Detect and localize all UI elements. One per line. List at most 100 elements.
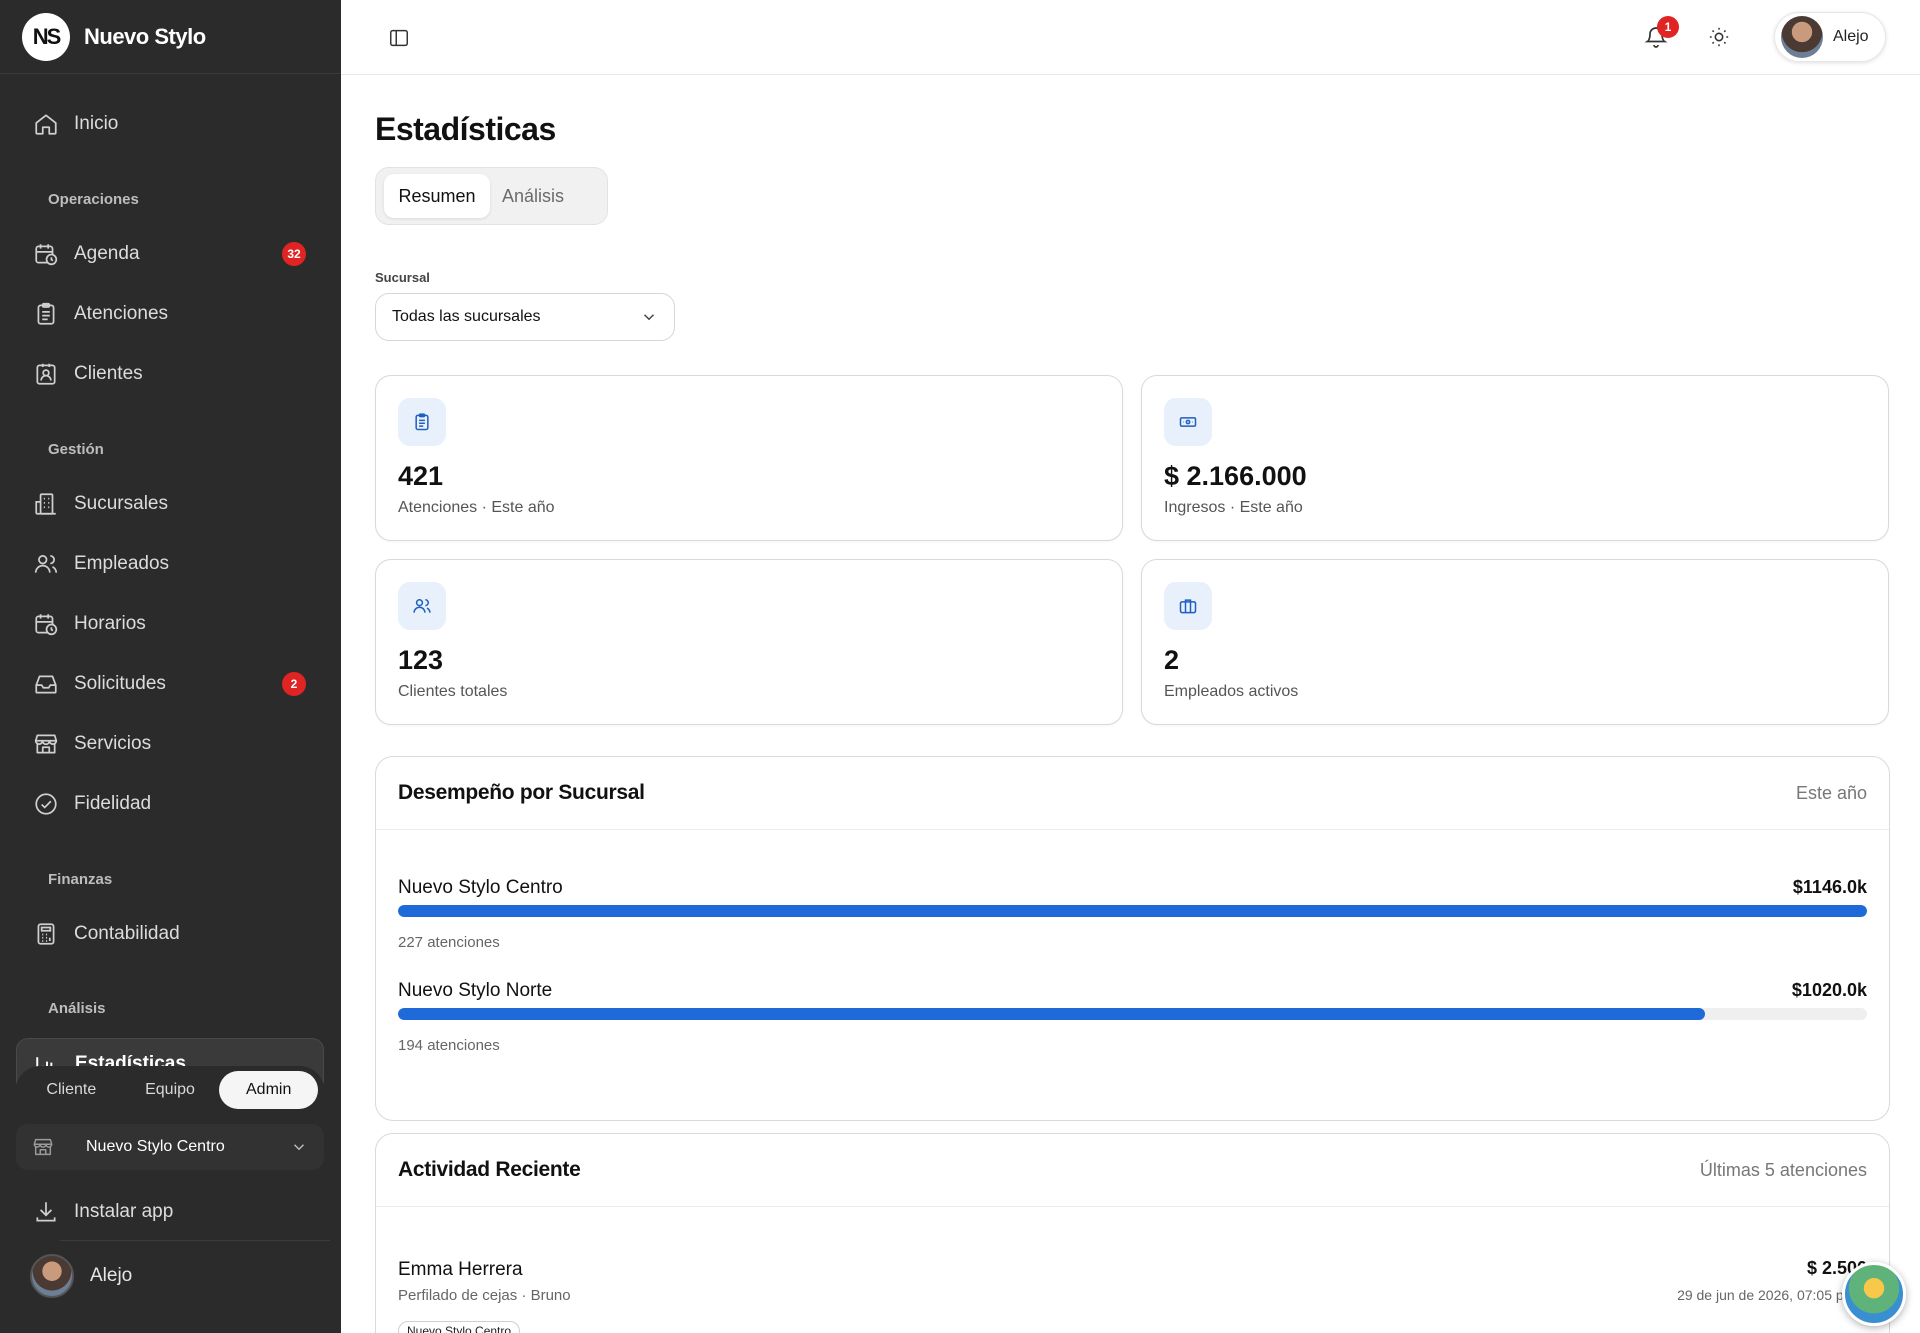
activity-date: 29 de jun de 2026, 07:05 p. m. (1677, 1287, 1867, 1303)
download-icon (32, 1198, 60, 1226)
sidebar-item-empleados[interactable]: Empleados (16, 538, 324, 590)
notification-count-badge: 1 (1657, 16, 1679, 38)
stat-card-atenciones: 421 Atenciones · Este año (375, 375, 1123, 541)
briefcase-icon (1164, 582, 1212, 630)
sidebar-item-atenciones[interactable]: Atenciones (16, 288, 324, 340)
stat-value: $ 2.166.000 (1164, 461, 1307, 491)
panel-left-icon (388, 27, 410, 49)
stat-label: Ingresos · Este año (1164, 499, 1303, 516)
home-icon (32, 110, 60, 138)
install-app-label: Instalar app (74, 1201, 174, 1222)
branch-count: 194 atenciones (398, 1037, 500, 1054)
stat-value: 2 (1164, 645, 1180, 675)
section-finanzas: Finanzas (48, 871, 113, 888)
badge-check-icon (32, 790, 60, 818)
user-menu-name: Alejo (1833, 28, 1869, 45)
activity-branch-tag: Nuevo Stylo Centro (398, 1321, 521, 1333)
toggle-sidebar-button[interactable] (385, 24, 413, 52)
stat-card-ingresos: $ 2.166.000 Ingresos · Este año (1141, 375, 1889, 541)
users-icon (398, 582, 446, 630)
stat-value: 123 (398, 645, 444, 675)
branch-name: Nuevo Stylo Norte (398, 980, 553, 1001)
topbar: 1 Alejo (341, 0, 1920, 75)
solicitudes-count-badge: 2 (282, 672, 306, 696)
stat-label: Atenciones · Este año (398, 499, 555, 516)
branch-performance-panel: Desempeño por Sucursal Este año Nuevo St… (375, 756, 1890, 1121)
branch-count: 227 atenciones (398, 934, 500, 951)
branch-filter-value: Todas las sucursales (392, 308, 541, 325)
branch-amount: $1146.0k (1792, 877, 1867, 897)
sidebar-item-horarios[interactable]: Horarios (16, 598, 324, 650)
sidebar-item-agenda[interactable]: Agenda 32 (16, 228, 324, 280)
role-switch: Cliente Equipo Admin (16, 1066, 324, 1114)
install-app-button[interactable]: Instalar app (16, 1186, 324, 1238)
sidebar-item-clientes[interactable]: Clientes (16, 348, 324, 400)
avatar (1781, 16, 1823, 58)
sidebar-user[interactable]: Alejo (30, 1254, 132, 1298)
branch-selector[interactable]: Nuevo Stylo Centro (16, 1124, 324, 1170)
clipboard-icon (398, 398, 446, 446)
sidebar-item-label: Fidelidad (74, 793, 152, 814)
activity-client: Emma Herrera (398, 1259, 523, 1280)
theme-toggle-button[interactable] (1704, 22, 1734, 52)
stat-value: 421 (398, 461, 444, 491)
sidebar-item-label: Horarios (74, 613, 146, 634)
chevron-down-icon (290, 1138, 308, 1156)
sidebar-item-contabilidad[interactable]: Contabilidad (16, 908, 324, 960)
sidebar-item-fidelidad[interactable]: Fidelidad (16, 778, 324, 830)
panel-title: Actividad Reciente (398, 1158, 581, 1181)
banknote-icon (1164, 398, 1212, 446)
sidebar-item-sucursales[interactable]: Sucursales (16, 478, 324, 530)
sidebar-item-servicios[interactable]: Servicios (16, 718, 324, 770)
sidebar-item-label: Solicitudes (74, 673, 166, 694)
section-gestion: Gestión (48, 441, 104, 458)
inbox-icon (32, 670, 60, 698)
sidebar-item-inicio[interactable]: Inicio (16, 98, 324, 150)
branch-filter-select[interactable]: Todas las sucursales (375, 293, 675, 341)
stat-label: Clientes totales (398, 683, 508, 700)
sidebar-item-label: Sucursales (74, 493, 168, 514)
sidebar: NS Nuevo Stylo Inicio Operaciones Agenda… (0, 0, 341, 1333)
user-menu-button[interactable]: Alejo (1774, 12, 1886, 62)
branch-selector-label: Nuevo Stylo Centro (86, 1138, 225, 1155)
stat-card-clientes: 123 Clientes totales (375, 559, 1123, 725)
role-cliente[interactable]: Cliente (22, 1071, 121, 1109)
branch-progress-fill (398, 1008, 1706, 1020)
section-operaciones: Operaciones (48, 191, 139, 208)
panel-period: Este año (1795, 782, 1867, 803)
calendar-clock-icon (32, 240, 60, 268)
sidebar-item-label: Servicios (74, 733, 152, 754)
store-icon (32, 1136, 54, 1158)
role-equipo[interactable]: Equipo (121, 1071, 220, 1109)
avatar (30, 1254, 74, 1298)
floating-assistant-button[interactable] (1842, 1262, 1906, 1326)
sidebar-item-label: Inicio (74, 113, 119, 134)
brand-logo: NS (22, 12, 70, 61)
panel-title: Desempeño por Sucursal (398, 781, 645, 804)
divider (60, 1240, 330, 1241)
sidebar-item-label: Agenda (74, 243, 140, 264)
calendar-clock-icon (32, 610, 60, 638)
panel-header: Desempeño por Sucursal Este año (376, 757, 1889, 830)
stat-label: Empleados activos (1164, 683, 1299, 700)
page-title: Estadísticas (375, 111, 556, 147)
tab-analisis[interactable]: Análisis (490, 174, 576, 218)
brand[interactable]: NS Nuevo Stylo (0, 0, 341, 74)
notifications-button[interactable]: 1 (1641, 16, 1679, 52)
activity-detail: Perfilado de cejas · Bruno (398, 1287, 571, 1304)
stat-card-empleados: 2 Empleados activos (1141, 559, 1889, 725)
store-icon (32, 730, 60, 758)
panel-subtitle: Últimas 5 atenciones (1699, 1159, 1867, 1180)
clipboard-icon (32, 300, 60, 328)
branch-progress-fill (398, 905, 1867, 917)
contact-icon (32, 360, 60, 388)
sidebar-item-solicitudes[interactable]: Solicitudes 2 (16, 658, 324, 710)
sun-icon (1708, 26, 1730, 48)
panel-header: Actividad Reciente Últimas 5 atenciones (376, 1134, 1889, 1207)
sidebar-user-name: Alejo (90, 1265, 133, 1286)
tab-resumen[interactable]: Resumen (384, 174, 490, 218)
role-admin[interactable]: Admin (219, 1071, 319, 1109)
sidebar-item-label: Atenciones (74, 303, 169, 324)
sidebar-item-label: Contabilidad (74, 923, 180, 944)
recent-activity-panel: Actividad Reciente Últimas 5 atenciones … (375, 1133, 1890, 1333)
